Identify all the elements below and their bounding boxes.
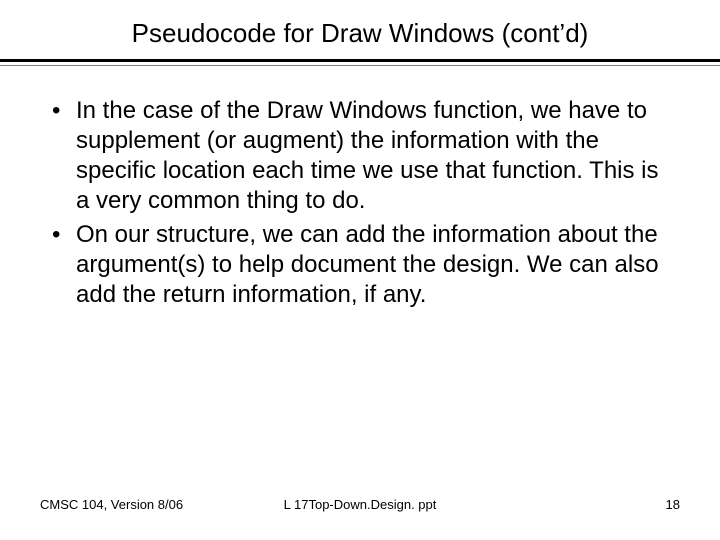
bullet-marker: • bbox=[48, 96, 76, 126]
bullet-item: • In the case of the Draw Windows functi… bbox=[48, 96, 672, 216]
divider-thin bbox=[0, 65, 720, 66]
footer-right: 18 bbox=[666, 497, 680, 512]
slide-body: • In the case of the Draw Windows functi… bbox=[40, 96, 680, 310]
bullet-marker: • bbox=[48, 220, 76, 250]
divider-thick bbox=[0, 59, 720, 62]
bullet-text: In the case of the Draw Windows function… bbox=[76, 96, 672, 216]
bullet-item: • On our structure, we can add the infor… bbox=[48, 220, 672, 310]
title-divider bbox=[0, 59, 720, 66]
slide: Pseudocode for Draw Windows (cont’d) • I… bbox=[0, 0, 720, 540]
footer-center: L 17Top-Down.Design. ppt bbox=[284, 497, 437, 512]
bullet-text: On our structure, we can add the informa… bbox=[76, 220, 672, 310]
slide-title: Pseudocode for Draw Windows (cont’d) bbox=[40, 18, 680, 49]
slide-footer: CMSC 104, Version 8/06 L 17Top-Down.Desi… bbox=[0, 497, 720, 512]
footer-left: CMSC 104, Version 8/06 bbox=[40, 497, 183, 512]
